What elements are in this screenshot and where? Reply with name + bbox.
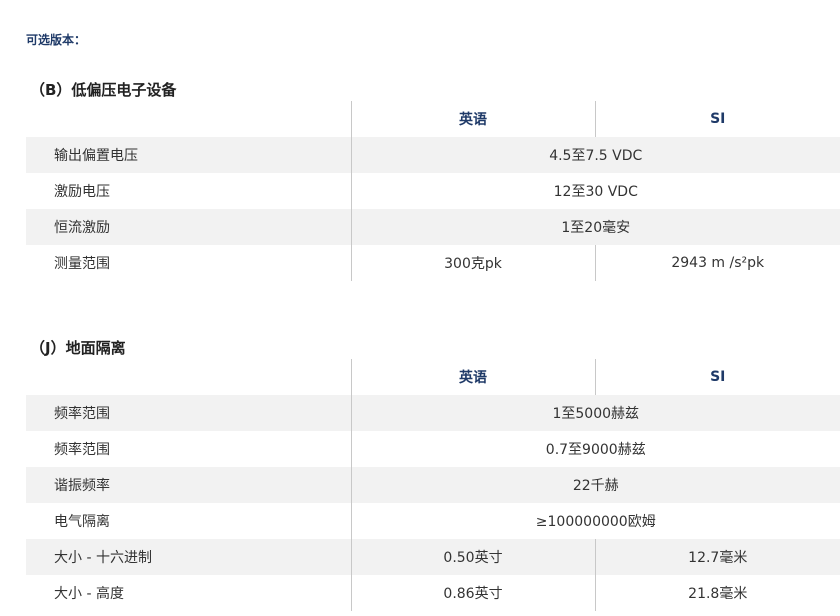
table-row: 大小 - 十六进制 0.50英寸 12.7毫米 [26,539,840,575]
row-value: 22千赫 [350,467,840,503]
table-row: 电气隔离 ≥100000000欧姆 [26,503,840,539]
section-title-ground-isolation: （J）地面隔离 [30,339,126,357]
row-label: 谐振频率 [26,467,351,503]
row-label: 电气隔离 [54,514,110,530]
row-value-english: 0.86英寸 [350,575,595,611]
row-value: 4.5至7.5 VDC [350,137,840,173]
row-label: 测量范围 [54,256,110,272]
table-row: 激励电压 12至30 VDC [26,173,840,209]
row-value-si: 12.7毫米 [594,539,840,575]
column-header-english: 英语 [350,101,595,137]
row-label: 恒流激励 [26,209,351,245]
spec-table-ground-isolation: 英语 SI 频率范围 1至5000赫兹 频率范围 0.7至9000赫兹 谐振频率… [26,359,840,611]
row-value-english: 0.50英寸 [350,539,595,575]
row-value: 12至30 VDC [350,173,840,209]
empty-header-cell [26,101,351,137]
row-value: 0.7至9000赫兹 [350,431,840,467]
row-label: 激励电压 [54,184,110,200]
empty-header-cell [26,359,351,395]
spec-table-low-bias: 英语 SI 输出偏置电压 4.5至7.5 VDC 激励电压 12至30 VDC … [26,101,840,281]
table-row: 恒流激励 1至20毫安 [26,209,840,245]
table-row: 输出偏置电压 4.5至7.5 VDC [26,137,840,173]
section-title-low-bias: （B）低偏压电子设备 [30,81,177,99]
optional-versions-label: 可选版本： [26,33,87,47]
row-label: 频率范围 [26,395,351,431]
table-row: 测量范围 300克pk 2943 m /s²pk [26,245,840,281]
column-header-english: 英语 [350,359,595,395]
table-row: 频率范围 0.7至9000赫兹 [26,431,840,467]
table-header-row: 英语 SI [26,359,840,395]
row-label: 输出偏置电压 [26,137,351,173]
row-value: ≥100000000欧姆 [350,503,840,539]
row-value: 1至5000赫兹 [350,395,840,431]
row-label: 频率范围 [54,442,110,458]
table-row: 频率范围 1至5000赫兹 [26,395,840,431]
row-value: 1至20毫安 [350,209,840,245]
table-header-row: 英语 SI [26,101,840,137]
row-value-si: 21.8毫米 [594,575,840,611]
row-label: 大小 - 高度 [54,586,124,602]
table-row: 大小 - 高度 0.86英寸 21.8毫米 [26,575,840,611]
column-header-si: SI [594,101,840,137]
row-value-english: 300克pk [350,245,595,281]
row-label: 大小 - 十六进制 [26,539,351,575]
column-header-si: SI [594,359,840,395]
row-value-si: 2943 m /s²pk [594,245,840,281]
table-row: 谐振频率 22千赫 [26,467,840,503]
